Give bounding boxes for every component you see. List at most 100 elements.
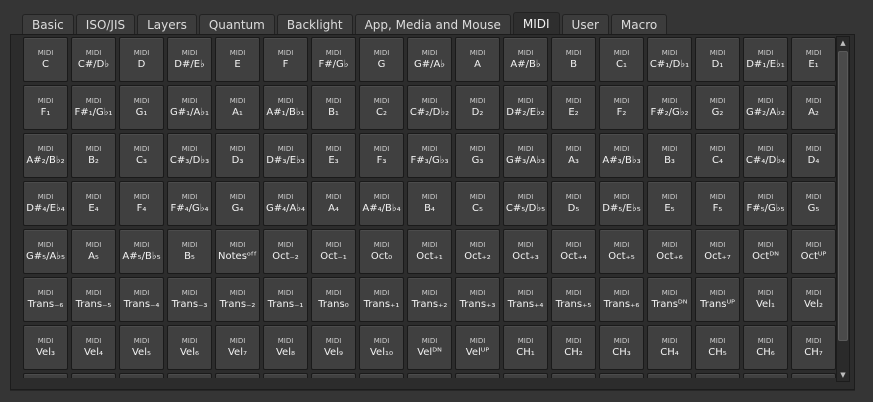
midi-key[interactable]: MIDI G₄ bbox=[215, 181, 260, 226]
vertical-scrollbar[interactable]: ▲ ▼ bbox=[836, 36, 850, 382]
midi-key[interactable]: MIDI A₃ bbox=[551, 133, 596, 178]
midi-key[interactable]: MIDI G#₅/A♭₅ bbox=[23, 229, 68, 274]
midi-key[interactable]: MIDI Velᴰᴺ bbox=[407, 325, 452, 370]
midi-key[interactable]: MIDI bbox=[311, 373, 356, 378]
midi-key[interactable]: MIDI G#/A♭ bbox=[407, 37, 452, 82]
midi-key[interactable]: MIDI D₁ bbox=[695, 37, 740, 82]
midi-key[interactable]: MIDI Oct₊₂ bbox=[455, 229, 500, 274]
midi-key[interactable]: MIDI Oct₋₁ bbox=[311, 229, 356, 274]
midi-key[interactable]: MIDI D#₂/E♭₂ bbox=[503, 85, 548, 130]
midi-key[interactable]: MIDI Trans₀ bbox=[311, 277, 356, 322]
scroll-down-icon[interactable]: ▼ bbox=[837, 369, 849, 381]
midi-key[interactable]: MIDI Vel₆ bbox=[167, 325, 212, 370]
midi-key[interactable]: MIDI C₂ bbox=[359, 85, 404, 130]
midi-key[interactable]: MIDI Trans₋₁ bbox=[263, 277, 308, 322]
midi-key[interactable]: MIDI D₃ bbox=[215, 133, 260, 178]
midi-key[interactable]: MIDI Oct₀ bbox=[359, 229, 404, 274]
scrollbar-thumb[interactable] bbox=[838, 51, 848, 341]
midi-key[interactable]: MIDI Oct₊₅ bbox=[599, 229, 644, 274]
midi-key[interactable]: MIDI Trans₊₁ bbox=[359, 277, 404, 322]
scroll-up-icon[interactable]: ▲ bbox=[837, 37, 849, 49]
midi-key[interactable]: MIDI Octᴰᴺ bbox=[743, 229, 788, 274]
midi-key[interactable]: MIDI D₄ bbox=[791, 133, 836, 178]
midi-key[interactable]: MIDI CH₃ bbox=[599, 325, 644, 370]
midi-key[interactable]: MIDI bbox=[263, 373, 308, 378]
midi-key[interactable]: MIDI Oct₋₂ bbox=[263, 229, 308, 274]
midi-key[interactable]: MIDI Vel₂ bbox=[791, 277, 836, 322]
midi-key[interactable]: MIDI E₂ bbox=[551, 85, 596, 130]
midi-key[interactable]: MIDI F₃ bbox=[359, 133, 404, 178]
midi-key[interactable]: MIDI C₁ bbox=[599, 37, 644, 82]
midi-key[interactable]: MIDI F#₁/G♭₁ bbox=[71, 85, 116, 130]
midi-key[interactable]: MIDI D#₄/E♭₄ bbox=[23, 181, 68, 226]
midi-key[interactable]: MIDI C#₄/D♭₄ bbox=[743, 133, 788, 178]
midi-key[interactable]: MIDI F₅ bbox=[695, 181, 740, 226]
midi-key[interactable]: MIDI B₁ bbox=[311, 85, 356, 130]
midi-key[interactable]: MIDI Vel₉ bbox=[311, 325, 356, 370]
midi-key[interactable]: MIDI F#/G♭ bbox=[311, 37, 356, 82]
midi-key[interactable]: MIDI bbox=[119, 373, 164, 378]
midi-key[interactable]: MIDI B₄ bbox=[407, 181, 452, 226]
midi-key[interactable]: MIDI CH₆ bbox=[743, 325, 788, 370]
midi-key[interactable]: MIDI bbox=[215, 373, 260, 378]
midi-key[interactable]: MIDI Oct₊₇ bbox=[695, 229, 740, 274]
midi-key[interactable]: MIDI F bbox=[263, 37, 308, 82]
midi-key[interactable]: MIDI Transᵁᴾ bbox=[695, 277, 740, 322]
midi-key[interactable]: MIDI D#/E♭ bbox=[167, 37, 212, 82]
midi-key[interactable]: MIDI G₃ bbox=[455, 133, 500, 178]
tab-quantum[interactable]: Quantum bbox=[198, 14, 275, 34]
midi-key[interactable]: MIDI E₁ bbox=[791, 37, 836, 82]
midi-key[interactable]: MIDI Oct₊₁ bbox=[407, 229, 452, 274]
tab-user[interactable]: User bbox=[561, 14, 609, 34]
midi-key[interactable]: MIDI A₅ bbox=[71, 229, 116, 274]
midi-key[interactable]: MIDI D#₃/E♭₃ bbox=[263, 133, 308, 178]
midi-key[interactable]: MIDI E bbox=[215, 37, 260, 82]
midi-key[interactable]: MIDI bbox=[791, 373, 836, 378]
midi-key[interactable]: MIDI Trans₊₄ bbox=[503, 277, 548, 322]
tab-macro[interactable]: Macro bbox=[610, 14, 668, 34]
midi-key[interactable]: MIDI Trans₊₅ bbox=[551, 277, 596, 322]
midi-key[interactable]: MIDI D₂ bbox=[455, 85, 500, 130]
midi-key[interactable]: MIDI bbox=[695, 373, 740, 378]
midi-key[interactable]: MIDI Trans₊₆ bbox=[599, 277, 644, 322]
midi-key[interactable]: MIDI bbox=[23, 373, 68, 378]
midi-key[interactable]: MIDI B₂ bbox=[71, 133, 116, 178]
midi-key[interactable]: MIDI C₃ bbox=[119, 133, 164, 178]
midi-key[interactable]: MIDI A₄ bbox=[311, 181, 356, 226]
midi-key[interactable]: MIDI G#₃/A♭₃ bbox=[503, 133, 548, 178]
midi-key[interactable]: MIDI A#₅/B♭₅ bbox=[119, 229, 164, 274]
midi-key[interactable]: MIDI Trans₊₃ bbox=[455, 277, 500, 322]
midi-key[interactable]: MIDI B₃ bbox=[647, 133, 692, 178]
midi-key[interactable]: MIDI Velᵁᴾ bbox=[455, 325, 500, 370]
midi-key[interactable]: MIDI CH₂ bbox=[551, 325, 596, 370]
midi-key[interactable]: MIDI CH₄ bbox=[647, 325, 692, 370]
midi-key[interactable]: MIDI F₂ bbox=[599, 85, 644, 130]
midi-key[interactable]: MIDI C#₂/D♭₂ bbox=[407, 85, 452, 130]
midi-key[interactable]: MIDI CH₅ bbox=[695, 325, 740, 370]
midi-key[interactable]: MIDI Trans₋₄ bbox=[119, 277, 164, 322]
midi-key[interactable]: MIDI G#₄/A♭₄ bbox=[263, 181, 308, 226]
midi-key[interactable]: MIDI E₄ bbox=[71, 181, 116, 226]
midi-key[interactable]: MIDI D₅ bbox=[551, 181, 596, 226]
midi-key[interactable]: MIDI C₄ bbox=[695, 133, 740, 178]
midi-key[interactable]: MIDI D#₅/E♭₅ bbox=[599, 181, 644, 226]
midi-key[interactable]: MIDI Oct₊₃ bbox=[503, 229, 548, 274]
midi-key[interactable]: MIDI bbox=[455, 373, 500, 378]
midi-key[interactable]: MIDI Notesᵒᶠᶠ bbox=[215, 229, 260, 274]
tab-backlight[interactable]: Backlight bbox=[276, 14, 353, 34]
midi-key[interactable]: MIDI Vel₃ bbox=[23, 325, 68, 370]
tab-basic[interactable]: Basic bbox=[22, 14, 74, 34]
midi-key[interactable]: MIDI F#₂/G♭₂ bbox=[647, 85, 692, 130]
midi-key[interactable]: MIDI C#₃/D♭₃ bbox=[167, 133, 212, 178]
midi-key[interactable]: MIDI C#₅/D♭₅ bbox=[503, 181, 548, 226]
tab-iso-jis[interactable]: ISO/JIS bbox=[75, 14, 136, 34]
midi-key[interactable]: MIDI G₁ bbox=[119, 85, 164, 130]
midi-key[interactable]: MIDI G₂ bbox=[695, 85, 740, 130]
midi-key[interactable]: MIDI F₁ bbox=[23, 85, 68, 130]
midi-key[interactable]: MIDI Octᵁᴾ bbox=[791, 229, 836, 274]
midi-key[interactable]: MIDI Trans₋₃ bbox=[167, 277, 212, 322]
midi-key[interactable]: MIDI bbox=[167, 373, 212, 378]
midi-key[interactable]: MIDI A bbox=[455, 37, 500, 82]
midi-key[interactable]: MIDI Oct₊₆ bbox=[647, 229, 692, 274]
midi-key[interactable]: MIDI Vel₈ bbox=[263, 325, 308, 370]
